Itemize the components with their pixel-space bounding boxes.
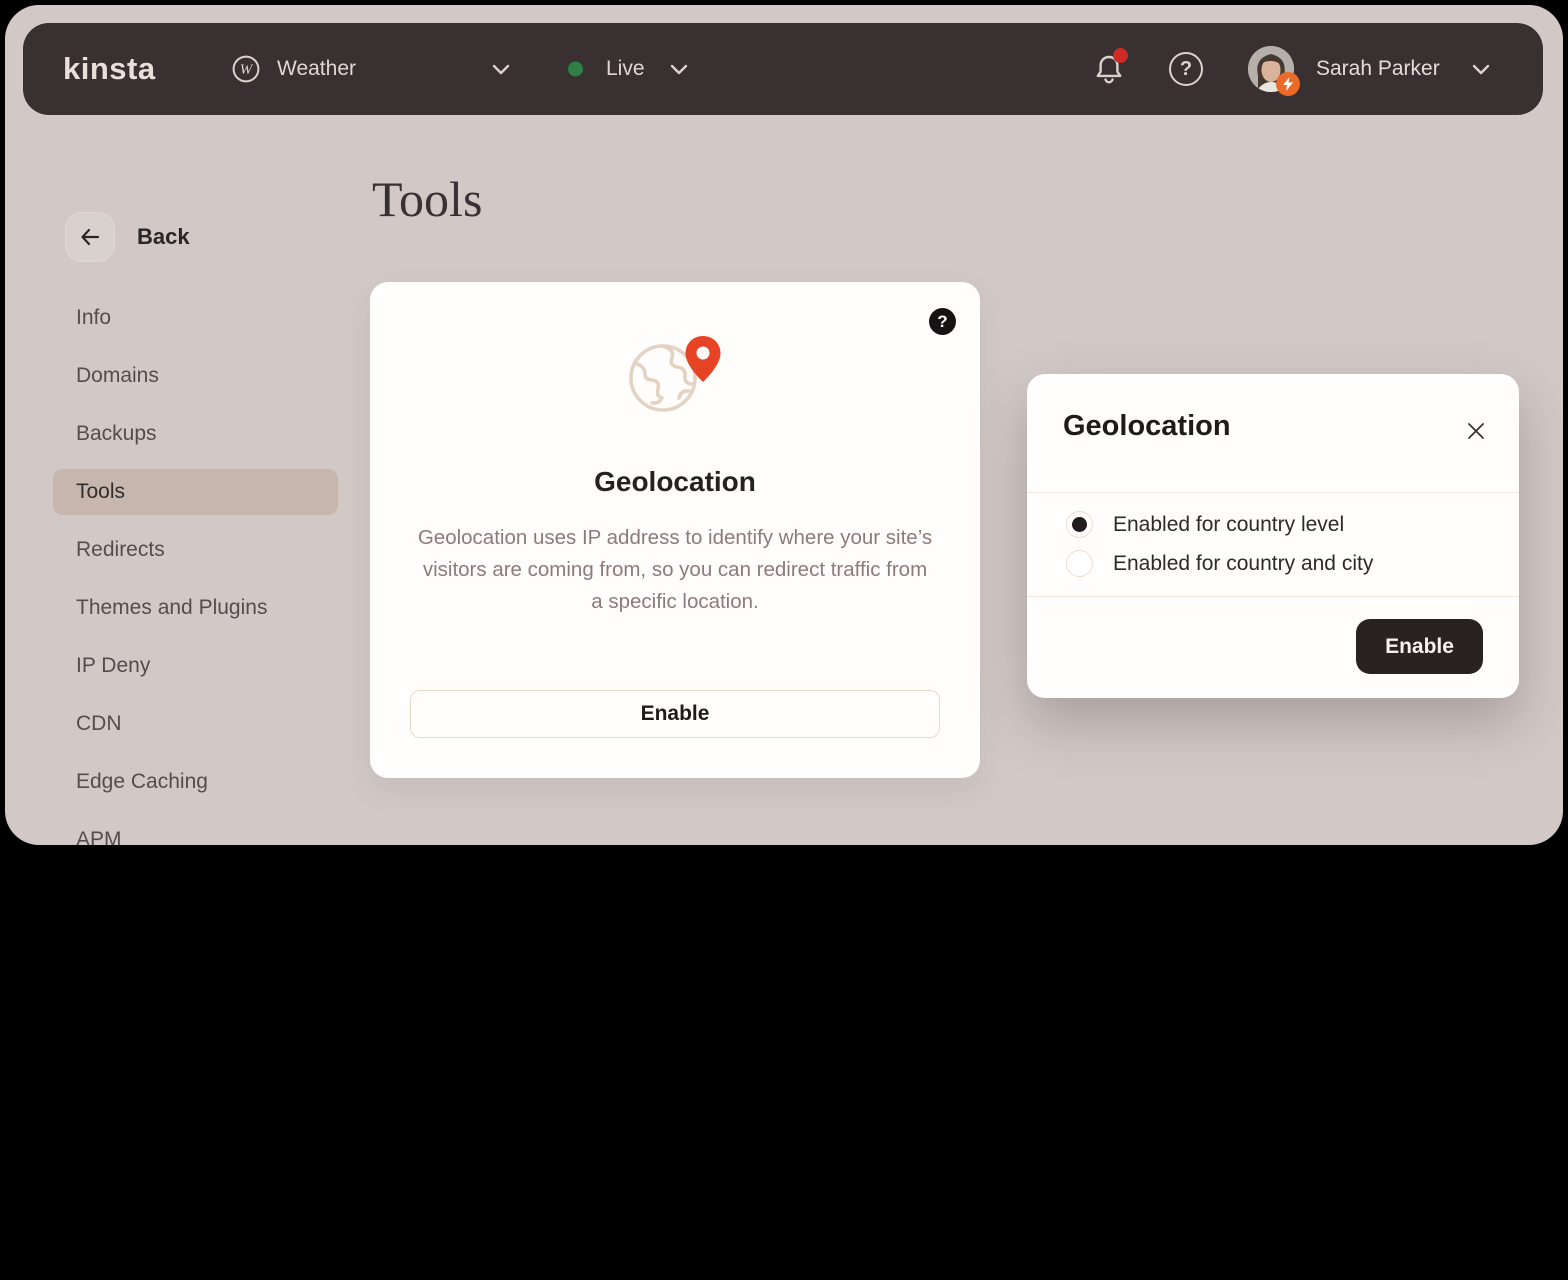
sidebar-item-apm[interactable]: APM: [53, 817, 338, 845]
sidebar-item-label: IP Deny: [76, 654, 150, 678]
divider: [1027, 492, 1519, 493]
radio-country-and-city[interactable]: [1066, 550, 1093, 577]
back-row: Back: [65, 212, 190, 262]
sidebar-item-label: Tools: [76, 480, 125, 504]
divider: [1027, 596, 1519, 597]
app-window: kinsta W Weather Live ?: [5, 5, 1563, 845]
svg-text:W: W: [240, 62, 254, 78]
geolocation-modal: Geolocation Enabled for country level En…: [1027, 374, 1519, 698]
help-badge-icon[interactable]: ?: [929, 308, 956, 335]
lightning-badge-icon: [1276, 72, 1300, 96]
wordpress-icon: W: [232, 55, 260, 83]
card-description: Geolocation uses IP address to identify …: [415, 522, 935, 618]
option-label: Enabled for country level: [1113, 513, 1344, 537]
chevron-down-icon[interactable]: [667, 57, 691, 81]
sidebar-item-themes-and-plugins[interactable]: Themes and Plugins: [53, 585, 338, 631]
sidebar-item-label: CDN: [76, 712, 122, 736]
sidebar-item-label: Domains: [76, 364, 159, 388]
sidebar-nav: Info Domains Backups Tools Redirects The…: [53, 295, 338, 845]
sidebar-item-cdn[interactable]: CDN: [53, 701, 338, 747]
sidebar-item-tools[interactable]: Tools: [53, 469, 338, 515]
sidebar-item-ip-deny[interactable]: IP Deny: [53, 643, 338, 689]
environment-selector[interactable]: Live: [606, 57, 645, 81]
kinsta-logo[interactable]: kinsta: [63, 51, 156, 87]
help-icon[interactable]: ?: [1169, 52, 1203, 86]
globe-pin-icon: [623, 334, 727, 414]
notifications-bell-icon[interactable]: [1091, 51, 1127, 87]
sidebar-item-label: Redirects: [76, 538, 165, 562]
sidebar-item-info[interactable]: Info: [53, 295, 338, 341]
notification-dot: [1113, 48, 1128, 63]
modal-title: Geolocation: [1063, 410, 1231, 443]
sidebar-item-edge-caching[interactable]: Edge Caching: [53, 759, 338, 805]
modal-enable-button[interactable]: Enable: [1356, 619, 1483, 674]
sidebar-item-label: Themes and Plugins: [76, 596, 267, 620]
sidebar-item-domains[interactable]: Domains: [53, 353, 338, 399]
sidebar-item-label: APM: [76, 828, 122, 845]
sidebar-item-backups[interactable]: Backups: [53, 411, 338, 457]
radio-country-level[interactable]: [1066, 511, 1093, 538]
back-label: Back: [137, 224, 190, 250]
option-country-and-city[interactable]: Enabled for country and city: [1066, 550, 1373, 577]
site-selector[interactable]: Weather: [277, 57, 356, 81]
enable-button[interactable]: Enable: [410, 690, 940, 738]
sidebar-item-label: Info: [76, 306, 111, 330]
chevron-down-icon[interactable]: [1469, 57, 1493, 81]
card-title: Geolocation: [370, 466, 980, 498]
sidebar-item-redirects[interactable]: Redirects: [53, 527, 338, 573]
geolocation-card: ? Geolocation Geolocation uses IP addres…: [370, 282, 980, 778]
live-status-dot: [568, 62, 583, 77]
top-navbar: kinsta W Weather Live ?: [23, 23, 1543, 115]
option-label: Enabled for country and city: [1113, 552, 1373, 576]
close-icon[interactable]: [1461, 416, 1491, 446]
option-country-level[interactable]: Enabled for country level: [1066, 511, 1344, 538]
user-menu[interactable]: Sarah Parker: [1316, 57, 1440, 81]
sidebar-item-label: Backups: [76, 422, 157, 446]
avatar[interactable]: [1248, 46, 1294, 92]
sidebar-item-label: Edge Caching: [76, 770, 208, 794]
page-title: Tools: [372, 170, 482, 228]
back-button[interactable]: [65, 212, 115, 262]
chevron-down-icon[interactable]: [489, 57, 513, 81]
back-arrow-icon: [78, 225, 102, 249]
